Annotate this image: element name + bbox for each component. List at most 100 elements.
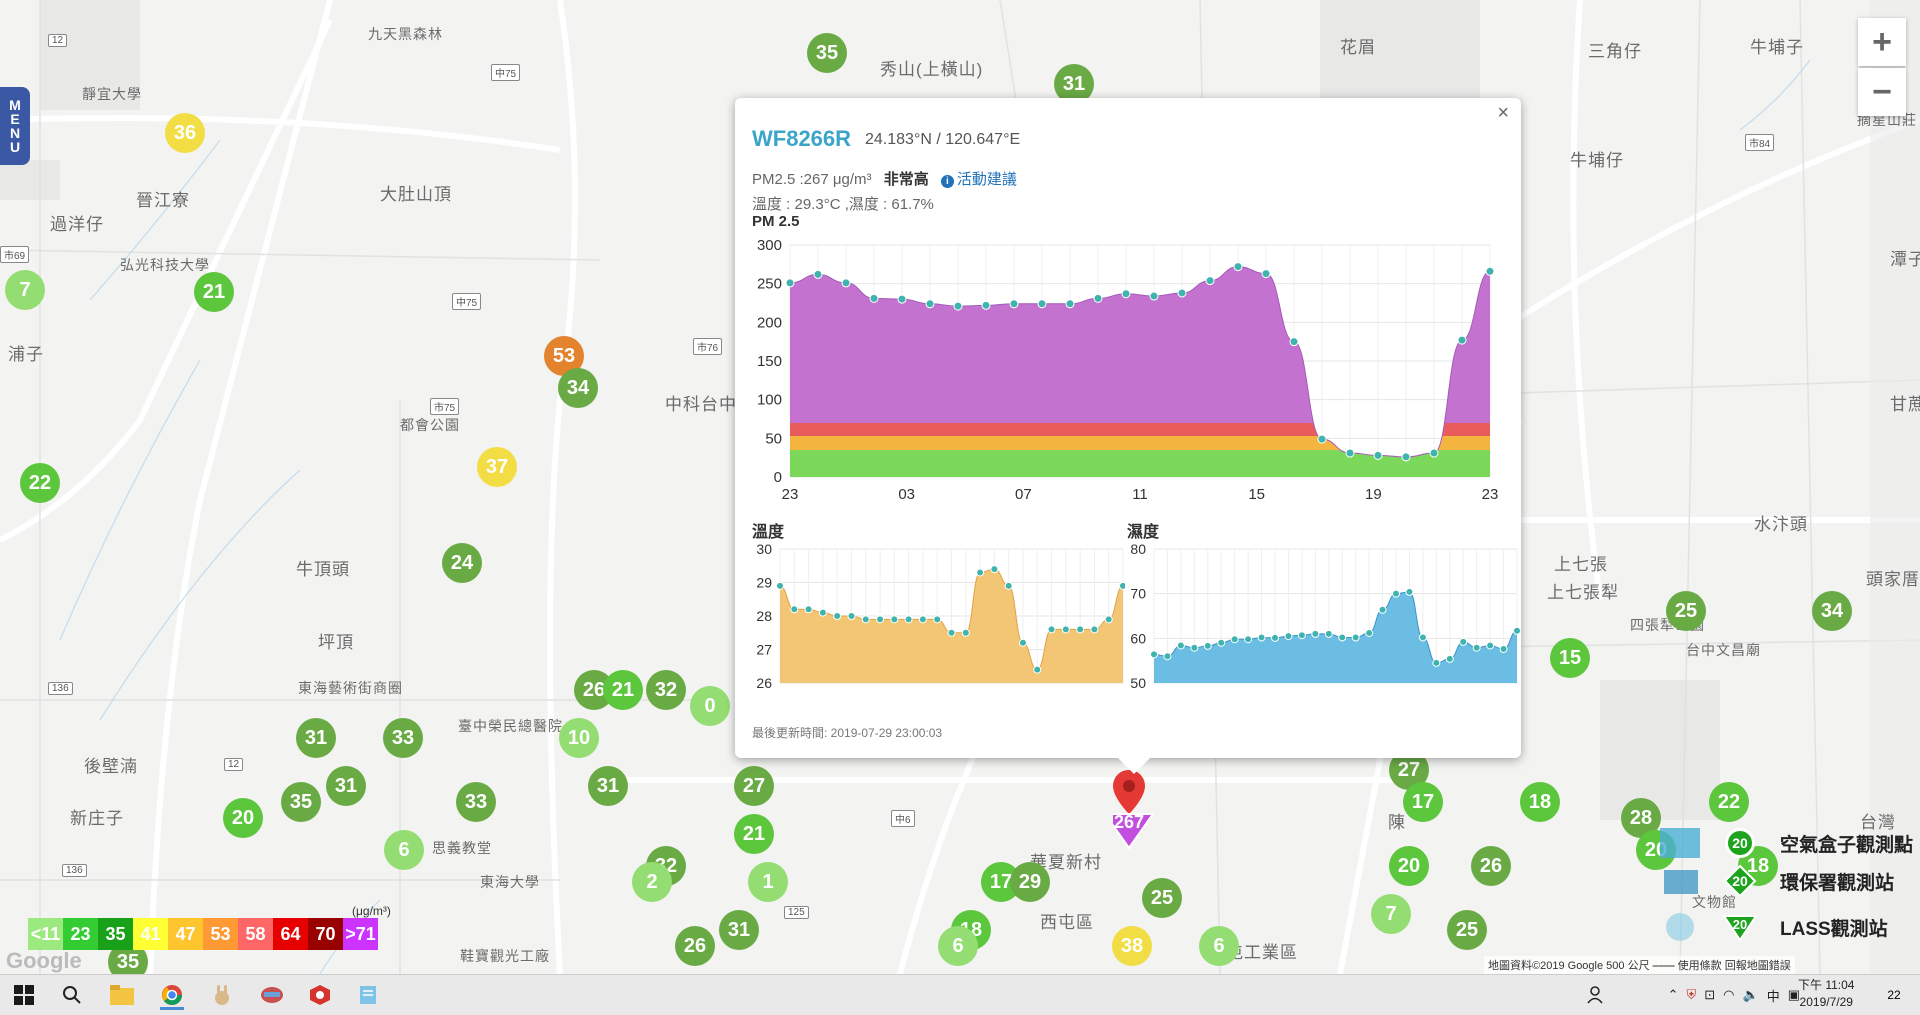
sensor-marker[interactable]: 2: [632, 862, 672, 902]
data-point: [1289, 337, 1299, 347]
sensor-marker[interactable]: 31: [588, 766, 628, 806]
sensor-marker[interactable]: 31: [296, 718, 336, 758]
station-info-popup: × WF8266R 24.183°N / 120.647°E PM2.5 :26…: [735, 98, 1521, 774]
data-point: [1351, 633, 1360, 642]
sensor-marker[interactable]: 1: [748, 862, 788, 902]
legend-epa: 20 環保署觀測站: [1660, 864, 1894, 898]
zoom-out-button[interactable]: −: [1858, 68, 1906, 116]
legend-cell: 35: [98, 918, 133, 950]
sensor-marker[interactable]: 34: [1812, 591, 1852, 631]
sensor-marker[interactable]: 35: [807, 33, 847, 73]
sensor-marker[interactable]: 20: [1389, 846, 1429, 886]
place-label: 靜宜大學: [82, 86, 142, 102]
sensor-marker[interactable]: 7: [1371, 894, 1411, 934]
data-point: [776, 581, 784, 590]
y-tick-label: 100: [757, 392, 782, 409]
taskbar-clock[interactable]: 下午 11:04 2019/7/29: [1798, 977, 1854, 1011]
sensor-marker[interactable]: 21: [603, 670, 643, 710]
notification-icon[interactable]: 22: [1882, 983, 1906, 1007]
sensor-marker[interactable]: 18: [1520, 782, 1560, 822]
place-label: 花眉: [1340, 38, 1376, 57]
sensor-marker[interactable]: 31: [719, 910, 759, 950]
place-label: 浦子: [8, 345, 44, 364]
sensor-marker[interactable]: 0: [690, 686, 730, 726]
sensor-marker[interactable]: 22: [1709, 782, 1749, 822]
sensor-marker[interactable]: 25: [1447, 910, 1487, 950]
close-icon[interactable]: ×: [1497, 102, 1509, 125]
sensor-marker[interactable]: 38: [1112, 926, 1152, 966]
chevron-up-icon[interactable]: ⌃: [1668, 987, 1679, 1003]
data-point: [1093, 293, 1103, 303]
sensor-marker[interactable]: 29: [1010, 862, 1050, 902]
pm-level: 非常高: [883, 171, 929, 188]
sensor-marker[interactable]: 22: [20, 463, 60, 503]
sensor-marker[interactable]: 36: [165, 113, 205, 153]
data-point: [1261, 269, 1271, 279]
road-shield: 中6: [891, 810, 915, 827]
windows-start-icon[interactable]: [12, 983, 36, 1007]
selected-station[interactable]: 267: [1103, 770, 1169, 855]
pm-value: PM2.5 :267 μg/m³: [752, 171, 872, 188]
network-icon[interactable]: ⊡: [1704, 987, 1715, 1003]
sensor-marker[interactable]: 7: [5, 270, 45, 310]
zoom-in-button[interactable]: +: [1858, 18, 1906, 66]
sensor-marker[interactable]: 34: [558, 368, 598, 408]
sensor-marker[interactable]: 33: [383, 718, 423, 758]
data-point: [1163, 652, 1172, 661]
sensor-marker[interactable]: 15: [1550, 638, 1590, 678]
data-point: [1284, 632, 1293, 641]
file-explorer-icon[interactable]: [110, 983, 134, 1007]
sensor-marker[interactable]: 10: [559, 718, 599, 758]
sensor-marker[interactable]: 25: [1666, 591, 1706, 631]
x-tick-label: 15: [1248, 486, 1265, 503]
map-attribution[interactable]: 地圖資料©2019 Google 500 公尺 ⎯⎯⎯⎯ 使用條款 回報地圖錯誤: [1484, 956, 1795, 974]
chrome-icon[interactable]: [160, 983, 184, 1010]
app-rabbit-icon[interactable]: [210, 983, 234, 1007]
sensor-marker[interactable]: 31: [326, 766, 366, 806]
last-update: 最後更新時間: 2019-07-29 23:00:03: [752, 726, 943, 740]
humidity-chart: 50 60 70 80: [1130, 541, 1521, 691]
data-point: [804, 605, 813, 614]
place-label: 晉江寮: [136, 191, 190, 210]
place-label: 臺中榮民總醫院: [458, 718, 563, 734]
sensor-marker[interactable]: 21: [194, 272, 234, 312]
sensor-marker[interactable]: 27: [734, 766, 774, 806]
wifi-icon[interactable]: ◠: [1723, 987, 1734, 1003]
sensor-marker[interactable]: 35: [281, 782, 321, 822]
sensor-marker[interactable]: 6: [938, 926, 978, 966]
legend-airbox: 20 空氣盒子觀測點: [1660, 826, 1913, 860]
data-point: [1217, 638, 1226, 647]
app-notepad-icon[interactable]: [356, 983, 380, 1007]
x-tick-label: 23: [782, 486, 799, 503]
sensor-marker[interactable]: 24: [442, 543, 482, 583]
sensor-marker[interactable]: 26: [675, 926, 715, 966]
place-label: 牛埔子: [1750, 38, 1804, 57]
sensor-marker[interactable]: 20: [223, 798, 263, 838]
sensor-marker[interactable]: 37: [477, 447, 517, 487]
sensor-marker[interactable]: 25: [1142, 878, 1182, 918]
menu-tab[interactable]: M E N U: [0, 87, 30, 165]
data-point: [933, 615, 942, 624]
sensor-marker[interactable]: 32: [646, 670, 686, 710]
app-drawing-icon[interactable]: [260, 983, 284, 1007]
data-point: [813, 269, 823, 279]
advice-link[interactable]: i 活動建議: [940, 171, 1017, 188]
sensor-marker[interactable]: 21: [734, 814, 774, 854]
ime-indicator[interactable]: 中: [1767, 986, 1780, 1005]
sensor-marker[interactable]: 26: [1471, 846, 1511, 886]
legend-icon-value: 20: [1733, 917, 1747, 932]
data-point: [1257, 633, 1266, 642]
legend-unit: (μg/m³): [352, 904, 391, 918]
data-point: [1037, 299, 1047, 309]
road-shield: 市76: [693, 338, 723, 355]
system-tray[interactable]: ⌃ ⛨ ⊡ ◠ 🔈 中 ▣: [1580, 983, 1800, 1007]
sensor-marker[interactable]: 33: [456, 782, 496, 822]
map-canvas[interactable]: 九天黑森林 秀山(上橫山) 花眉 三角仔 牛埔子 靜宜大學 摘星山莊 大肚山頂 晉江寮 牛埔仔 過洋…: [0, 0, 1920, 974]
sensor-marker[interactable]: 6: [1199, 926, 1239, 966]
search-icon[interactable]: [60, 983, 84, 1007]
volume-icon[interactable]: 🔈: [1743, 987, 1759, 1003]
app-red-icon[interactable]: [308, 983, 332, 1007]
minus-icon: −: [1872, 72, 1892, 111]
sensor-marker[interactable]: 17: [1403, 782, 1443, 822]
sensor-marker[interactable]: 6: [384, 830, 424, 870]
